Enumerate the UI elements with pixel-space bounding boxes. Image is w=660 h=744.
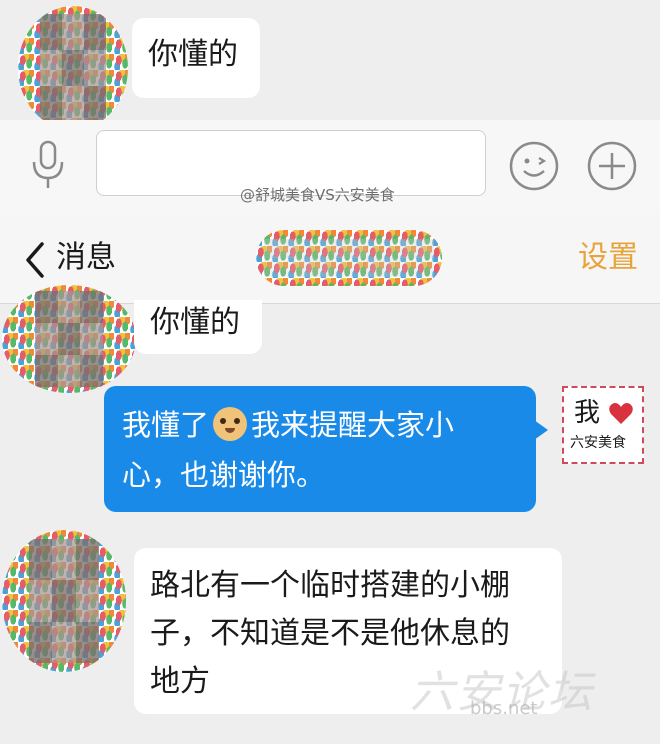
contact-name-redacted bbox=[256, 230, 442, 286]
plus-icon[interactable] bbox=[586, 140, 638, 192]
message-line-1: 路北有一个临时搭建的小棚 bbox=[150, 568, 510, 603]
microphone-icon[interactable] bbox=[30, 140, 66, 192]
doge-emoji-icon bbox=[213, 407, 248, 441]
avatar-mosaic bbox=[40, 14, 106, 122]
my-avatar[interactable]: 我 六安美食 bbox=[562, 386, 644, 464]
contact-avatar-top[interactable] bbox=[18, 6, 128, 130]
message-text-part-2: 我来提醒大家小 bbox=[251, 408, 455, 442]
sent-message: 我懂了 我来提醒大家小 心，也谢谢你。 bbox=[104, 386, 548, 512]
emoji-smile-icon[interactable] bbox=[508, 140, 560, 192]
back-button[interactable]: 消息 bbox=[56, 238, 116, 278]
back-chevron-icon[interactable] bbox=[22, 240, 48, 280]
watermark-top: @舒城美食VS六安美食 bbox=[240, 186, 395, 204]
contact-avatar[interactable] bbox=[2, 530, 126, 672]
received-message-top: 你懂的 bbox=[132, 18, 260, 98]
my-avatar-line-1: 我 bbox=[574, 398, 601, 428]
sent-message-line-1: 我懂了 我来提醒大家小 bbox=[122, 400, 536, 450]
settings-button[interactable]: 设置 bbox=[578, 238, 638, 278]
contact-avatar[interactable] bbox=[2, 285, 136, 393]
sent-message-line-2: 心，也谢谢你。 bbox=[122, 458, 326, 492]
my-avatar-line-2: 六安美食 bbox=[570, 435, 626, 451]
heart-icon bbox=[608, 402, 634, 426]
forum-watermark-url: bbs.net bbox=[470, 698, 538, 719]
received-message: 你懂的 bbox=[134, 300, 262, 354]
message-text-part-1: 我懂了 bbox=[122, 408, 210, 442]
message-line-2: 子，不知道是不是他休息的 bbox=[150, 616, 510, 651]
message-text: 你懂的 bbox=[148, 37, 238, 72]
message-text: 你懂的 bbox=[150, 305, 240, 340]
